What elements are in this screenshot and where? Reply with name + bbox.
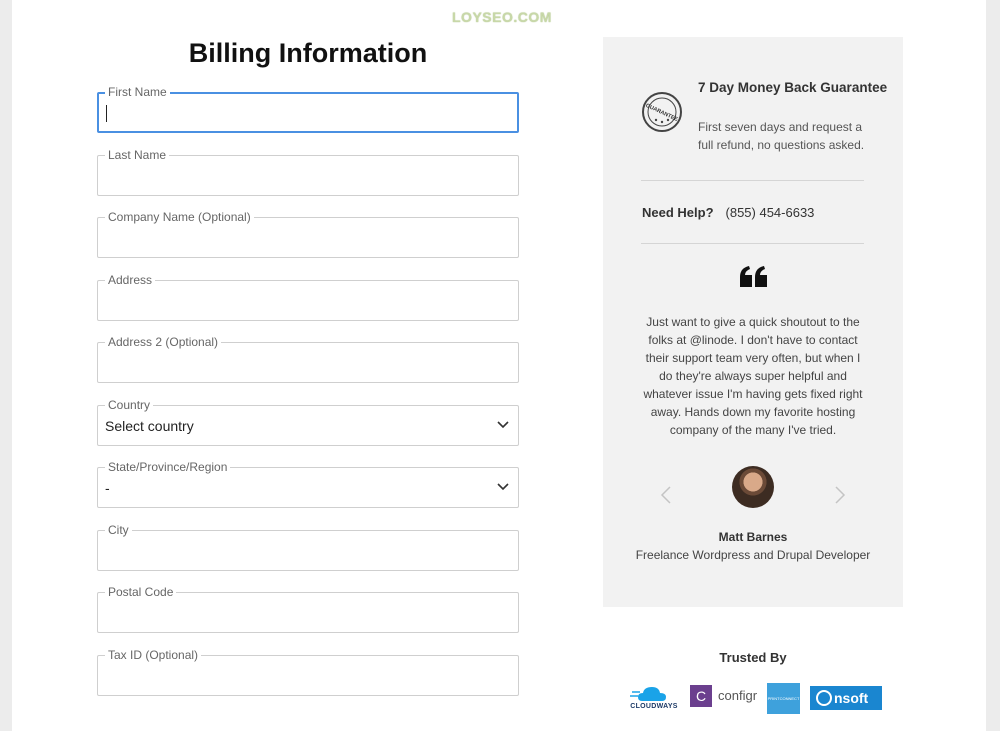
watermark: LOYSEO.COM (452, 9, 552, 25)
testimonial-author: Matt Barnes (718, 530, 788, 544)
first-name-label: First Name (105, 84, 170, 100)
address-field[interactable]: Address (97, 272, 519, 321)
printconnect-logo: PRINTCONNECT (767, 683, 800, 714)
company-name-label: Company Name (Optional) (105, 209, 254, 225)
chevron-down-icon (497, 421, 509, 429)
last-name-label: Last Name (105, 147, 170, 163)
badge-text: GUARANTEE (645, 103, 679, 123)
avatar (732, 466, 774, 508)
address2-label: Address 2 (Optional) (105, 334, 222, 350)
postal-code-field[interactable]: Postal Code (97, 584, 519, 633)
city-label: City (105, 522, 132, 538)
cloud-icon (630, 687, 666, 701)
company-name-field[interactable]: Company Name (Optional) (97, 209, 519, 258)
postal-code-label: Postal Code (105, 584, 177, 600)
chevron-left-icon[interactable] (659, 485, 673, 505)
text-cursor (106, 105, 107, 122)
configr-wordmark: configr (718, 688, 758, 703)
cloudways-wordmark: CLOUDWAYS (630, 703, 678, 710)
guarantee-title: 7 Day Money Back Guarantee (698, 80, 888, 95)
sidebar-panel: GUARANTEE 7 Day Money Back Guarantee Fir… (603, 37, 903, 607)
country-value: Select country (105, 418, 194, 434)
help-line: Need Help? (855) 454-6633 (642, 205, 814, 220)
guarantee-badge-icon: GUARANTEE (642, 92, 682, 132)
configr-mark: C (690, 685, 712, 707)
testimonial-role: Freelance Wordpress and Drupal Developer (635, 548, 871, 562)
state-label: State/Province/Region (105, 459, 231, 475)
nsoft-logo: nsoft (810, 686, 882, 710)
country-select[interactable]: Country Select country (97, 397, 519, 446)
city-field[interactable]: City (97, 522, 519, 571)
divider (641, 243, 864, 244)
help-label: Need Help? (642, 205, 714, 220)
address-label: Address (105, 272, 156, 288)
first-name-field[interactable]: First Name (97, 84, 519, 133)
cloudways-logo: CLOUDWAYS (628, 683, 680, 711)
guarantee-text: First seven days and request a full refu… (698, 120, 865, 152)
trusted-by-title: Trusted By (719, 650, 787, 665)
page-title: Billing Information (188, 38, 428, 68)
country-label: Country (105, 397, 154, 413)
state-value: - (105, 480, 110, 496)
tax-id-field[interactable]: Tax ID (Optional) (97, 647, 519, 696)
tax-id-label: Tax ID (Optional) (105, 647, 202, 663)
help-phone: (855) 454-6633 (725, 205, 815, 220)
last-name-field[interactable]: Last Name (97, 147, 519, 196)
address2-field[interactable]: Address 2 (Optional) (97, 334, 519, 383)
nsoft-wordmark: nsoft (834, 690, 869, 706)
state-select[interactable]: State/Province/Region - (97, 459, 519, 508)
quote-icon (740, 266, 767, 287)
nsoft-ring-icon (816, 690, 832, 706)
chevron-down-icon (497, 483, 509, 491)
chevron-right-icon[interactable] (833, 485, 847, 505)
divider (641, 180, 864, 181)
testimonial-text: Just want to give a quick shoutout to th… (643, 315, 863, 437)
